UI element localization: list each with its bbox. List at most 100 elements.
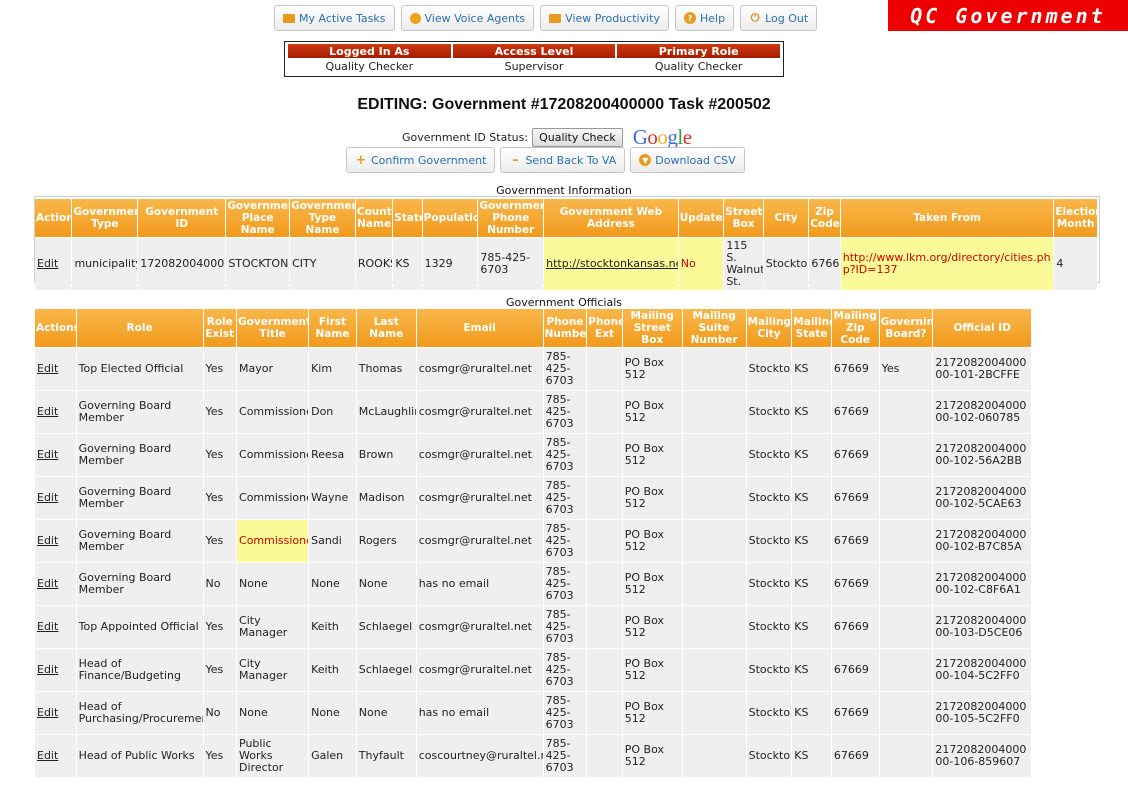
official-phone-cell: 785-425-6703: [543, 434, 587, 476]
official-exist-cell: Yes: [203, 520, 237, 562]
view-productivity-button[interactable]: View Productivity: [540, 5, 669, 31]
edit-link[interactable]: Edit: [37, 448, 58, 461]
official-zip-cell: 67669: [831, 348, 879, 390]
edit-link[interactable]: Edit: [37, 257, 58, 270]
page-title: EDITING: Government #17208200400000 Task…: [357, 96, 771, 113]
gov-info-column-header: Government Type: [72, 199, 138, 237]
official-state-cell: KS: [792, 434, 831, 476]
official-email-cell: cosmgr@ruraltel.net: [416, 606, 543, 648]
officials-column-header: Mailing Suite Number: [682, 309, 746, 347]
official-street-cell: PO Box 512: [622, 563, 682, 605]
quality-check-button[interactable]: Quality Check: [532, 128, 623, 147]
official-phone-cell: 785-425-6703: [543, 649, 587, 691]
gov-info-city: Stockton: [763, 238, 809, 290]
log-out-button[interactable]: ⏻ Log Out: [740, 5, 818, 31]
help-button[interactable]: ? Help: [674, 5, 735, 31]
official-title-cell: City Manager: [237, 606, 309, 648]
official-city-cell: Stockton: [746, 649, 792, 691]
gov-info-phone: 785-425-6703: [478, 238, 544, 290]
official-city-cell: Stockton: [746, 735, 792, 777]
official-action-cell: Edit: [35, 606, 76, 648]
gov-info-population: 1329: [422, 238, 478, 290]
official-last-cell: None: [356, 692, 416, 734]
official-role-cell: Head of Purchasing/Procurement: [76, 692, 203, 734]
gov-info-column-header: Government Type Name: [290, 199, 355, 237]
official-first-cell: Sandi: [309, 520, 356, 562]
status-header: Access Level: [452, 44, 616, 58]
session-status-box: Logged In As Quality Checker Access Level…: [284, 41, 784, 77]
official-board-cell: [879, 563, 933, 605]
official-ext-cell: [587, 692, 622, 734]
edit-link[interactable]: Edit: [37, 405, 58, 418]
official-email-cell: coscourtney@ruraltel.net: [416, 735, 543, 777]
official-ext-cell: [587, 477, 622, 519]
official-role-cell: Top Appointed Official: [76, 606, 203, 648]
official-state-cell: KS: [792, 391, 831, 433]
web-address-link[interactable]: http://stocktonkansas.net: [546, 257, 678, 270]
official-board-cell: [879, 520, 933, 562]
official-phone-cell: 785-425-6703: [543, 606, 587, 648]
official-row: Edit Top Appointed Official Yes City Manage…: [35, 606, 1031, 648]
taken-from-link[interactable]: http://www.lkm.org/directory/cities.php?…: [843, 251, 1051, 276]
edit-link[interactable]: Edit: [37, 491, 58, 504]
official-ext-cell: [587, 391, 622, 433]
official-ext-cell: [587, 348, 622, 390]
primary-role: Primary Role Quality Checker: [616, 44, 781, 75]
official-row: Edit Head of Finance/Budgeting Yes City Man…: [35, 649, 1031, 691]
officials-column-header: First Name: [309, 309, 356, 347]
official-exist-cell: Yes: [203, 735, 237, 777]
official-title-cell: Commissioner: [237, 520, 309, 562]
gov-info-column-header: Taken From: [840, 199, 1054, 237]
official-street-cell: PO Box 512: [622, 391, 682, 433]
official-suite-cell: [682, 434, 746, 476]
officials-column-header: Role Exist: [203, 309, 237, 347]
official-ext-cell: [587, 563, 622, 605]
official-row: Edit Governing Board Member No None None None…: [35, 563, 1031, 605]
edit-link[interactable]: Edit: [37, 362, 58, 375]
official-zip-cell: 67669: [831, 434, 879, 476]
official-row: Edit Governing Board MemberYesCommissione…: [35, 391, 1031, 433]
my-active-tasks-button[interactable]: My Active Tasks: [274, 5, 395, 31]
official-row: Edit Top Elected Official Yes Mayor Kim Thoma…: [35, 348, 1031, 390]
edit-link[interactable]: Edit: [37, 534, 58, 547]
official-suite-cell: [682, 391, 746, 433]
official-ext-cell: [587, 735, 622, 777]
highlighted-title: Commissioner: [239, 534, 308, 547]
official-street-cell: PO Box 512: [622, 348, 682, 390]
official-ext-cell: [587, 520, 622, 562]
official-street-cell: PO Box 512: [622, 735, 682, 777]
official-exist-cell: Yes: [203, 434, 237, 476]
official-state-cell: KS: [792, 348, 831, 390]
official-oid-cell: 217208200400000-102-B7C85A: [933, 520, 1031, 562]
official-role-cell: Governing Board Member: [76, 477, 203, 519]
edit-link[interactable]: Edit: [37, 577, 58, 590]
official-email-cell: cosmgr@ruraltel.net: [416, 649, 543, 691]
edit-link[interactable]: Edit: [37, 620, 58, 633]
confirm-government-button[interactable]: + Confirm Government: [346, 147, 496, 173]
official-role-cell: Governing Board Member: [76, 434, 203, 476]
gov-info-street: 115 S. Walnut St.: [724, 238, 763, 290]
official-city-cell: Stockton: [746, 692, 792, 734]
official-phone-cell: 785-425-6703: [543, 391, 587, 433]
gov-info-column-header: Action: [35, 199, 72, 237]
gov-info-state: KS: [393, 238, 422, 290]
edit-link[interactable]: Edit: [37, 749, 58, 762]
download-csv-button[interactable]: ▼ Download CSV: [630, 147, 745, 173]
official-action-cell: Edit: [35, 348, 76, 390]
official-first-cell: Don: [309, 391, 356, 433]
gov-info-column-header: County Name: [355, 199, 393, 237]
official-phone-cell: 785-425-6703: [543, 348, 587, 390]
official-city-cell: Stockton: [746, 434, 792, 476]
gov-info-cell: No: [678, 238, 724, 290]
official-street-cell: PO Box 512: [622, 477, 682, 519]
official-exist-cell: No: [203, 563, 237, 605]
send-back-to-va-button[interactable]: – Send Back To VA: [500, 147, 626, 173]
official-action-cell: Edit: [35, 477, 76, 519]
official-last-cell: Rogers: [356, 520, 416, 562]
official-city-cell: Stockton: [746, 477, 792, 519]
official-exist-cell: Yes: [203, 477, 237, 519]
official-last-cell: Thyfault: [356, 735, 416, 777]
view-voice-agents-button[interactable]: View Voice Agents: [400, 5, 535, 31]
edit-link[interactable]: Edit: [37, 663, 58, 676]
edit-link[interactable]: Edit: [37, 706, 58, 719]
